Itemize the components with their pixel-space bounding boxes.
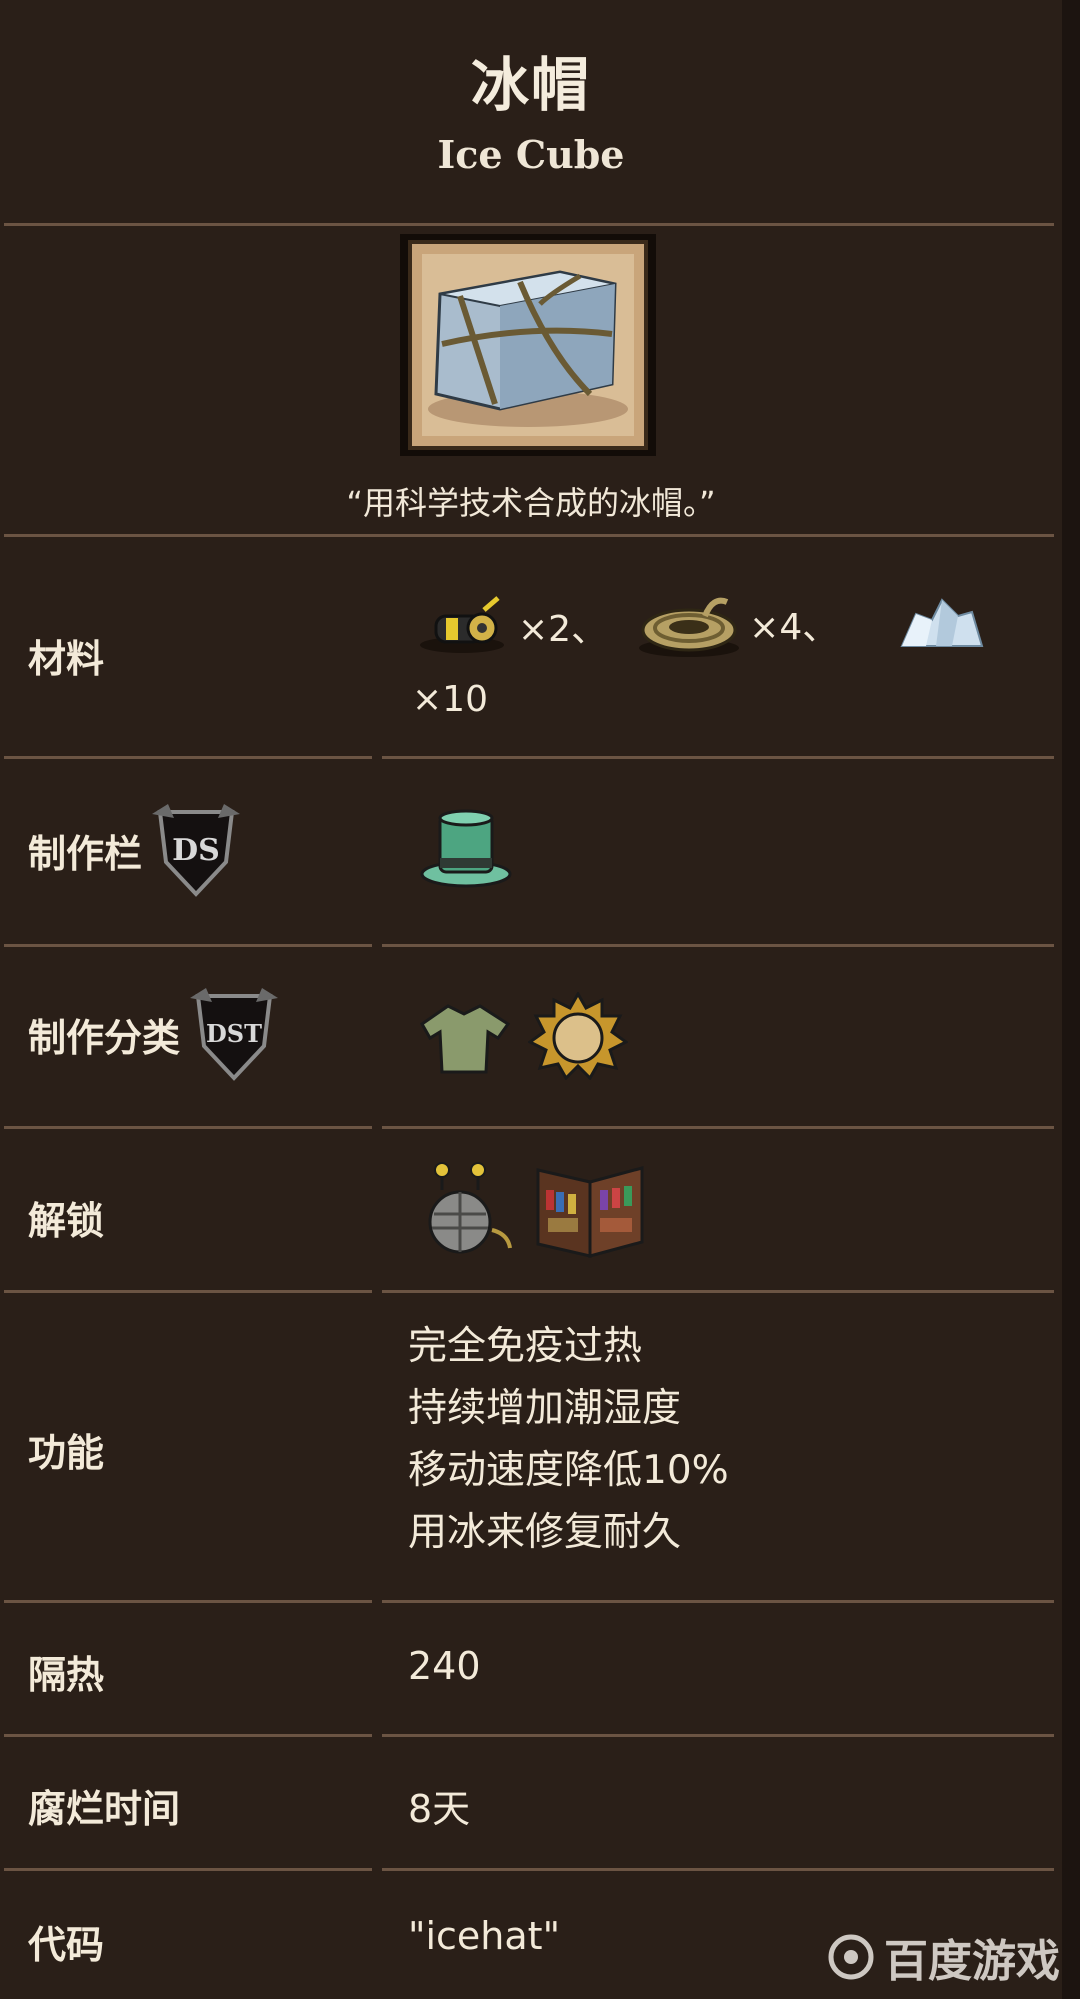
dst-badge-icon: DST <box>190 988 279 1081</box>
row-unlock: 解锁 <box>0 1130 1062 1290</box>
watermark-text: 百度游戏 <box>884 1936 1060 1987</box>
function-line: 完全免疫过热 <box>408 1324 643 1369</box>
row-insulation: 隔热 240 <box>0 1604 1062 1734</box>
insulation-value: 240 <box>408 1644 481 1688</box>
function-line: 持续增加潮湿度 <box>408 1386 682 1431</box>
divider <box>382 756 1054 759</box>
divider <box>4 944 372 947</box>
row-spoil-time: 腐烂时间 8天 <box>0 1738 1062 1868</box>
materials-list: ×2、 ×4、 ×10 <box>412 586 992 720</box>
ds-badge-icon: DS <box>152 804 241 897</box>
divider <box>382 1126 1054 1129</box>
item-image-section: “用科学技术合成的冰帽。” <box>0 228 1062 533</box>
row-materials: 材料 ×2、 ×4、 ×10 <box>0 538 1062 756</box>
watermark: 百度游戏 <box>826 1925 1060 1989</box>
baidu-game-logo-icon <box>828 1934 874 1980</box>
divider <box>4 1126 372 1129</box>
function-list: 完全免疫过热 持续增加潮湿度 移动速度降低10% 用冰来修复耐久 <box>408 1316 729 1564</box>
divider <box>4 756 372 759</box>
divider <box>382 1734 1054 1737</box>
bookcase-icon[interactable] <box>534 1160 646 1260</box>
divider <box>382 1290 1054 1293</box>
item-quote: “用科学技术合成的冰帽。” <box>346 484 716 522</box>
spoil-time-label: 腐烂时间 <box>28 1787 181 1831</box>
row-craft-category: 制作分类 DST <box>0 948 1062 1126</box>
materials-label: 材料 <box>28 637 105 681</box>
material-gears: ×2、 <box>412 590 613 662</box>
divider <box>4 1868 372 1871</box>
material-rope: ×4、 <box>635 586 844 662</box>
function-line: 移动速度降低10% <box>408 1448 729 1493</box>
gears-icon <box>420 596 504 653</box>
divider <box>4 223 1054 226</box>
ds-badge-text: DS <box>172 833 220 868</box>
divider <box>4 1290 372 1293</box>
unlock-value <box>412 1160 646 1260</box>
divider <box>382 944 1054 947</box>
code-value: "icehat" <box>408 1914 561 1958</box>
clothing-icon[interactable] <box>412 994 516 1078</box>
material-count: ×2、 <box>518 609 608 650</box>
craft-tab-label: 制作栏 DS <box>28 800 248 900</box>
code-label: 代码 <box>28 1923 105 1967</box>
function-label: 功能 <box>28 1431 105 1475</box>
spoil-time-value: 8天 <box>408 1787 471 1831</box>
divider <box>382 1868 1054 1871</box>
divider <box>4 1734 372 1737</box>
craft-tab-label-text: 制作栏 <box>28 831 143 876</box>
craft-category-label-text: 制作分类 <box>28 1015 181 1060</box>
row-craft-tab: 制作栏 DS <box>0 760 1062 944</box>
material-ice <box>892 590 988 662</box>
top-hat-icon[interactable] <box>418 808 514 894</box>
rope-icon <box>639 597 740 657</box>
scroll-edge <box>1062 0 1080 1999</box>
row-function: 功能 完全免疫过热 持续增加潮湿度 移动速度降低10% 用冰来修复耐久 <box>0 1294 1062 1600</box>
divider <box>4 1600 372 1603</box>
divider <box>4 534 1054 537</box>
insulation-label: 隔热 <box>28 1653 105 1697</box>
item-title: 冰帽 <box>470 51 591 119</box>
item-info-panel: 冰帽 Ice Cube “用科学技术合成的冰帽。” 材料 ×2、 ×4、 ×10… <box>0 0 1062 1999</box>
material-count: ×10 <box>412 679 488 720</box>
craft-tab-value <box>418 808 514 894</box>
item-header: 冰帽 Ice Cube <box>0 0 1062 225</box>
divider <box>382 1600 1054 1603</box>
science-machine-icon[interactable] <box>412 1160 522 1260</box>
ice-cube-icon <box>400 234 656 456</box>
summer-icon[interactable] <box>528 992 629 1080</box>
craft-category-label: 制作分类 DST <box>28 984 286 1084</box>
craft-category-value <box>412 992 629 1080</box>
unlock-label: 解锁 <box>28 1199 105 1243</box>
item-subtitle: Ice Cube <box>437 132 625 177</box>
material-count: ×4、 <box>749 607 839 648</box>
dst-badge-text: DST <box>206 1019 262 1048</box>
function-line: 用冰来修复耐久 <box>408 1510 682 1555</box>
ice-icon <box>900 598 984 647</box>
